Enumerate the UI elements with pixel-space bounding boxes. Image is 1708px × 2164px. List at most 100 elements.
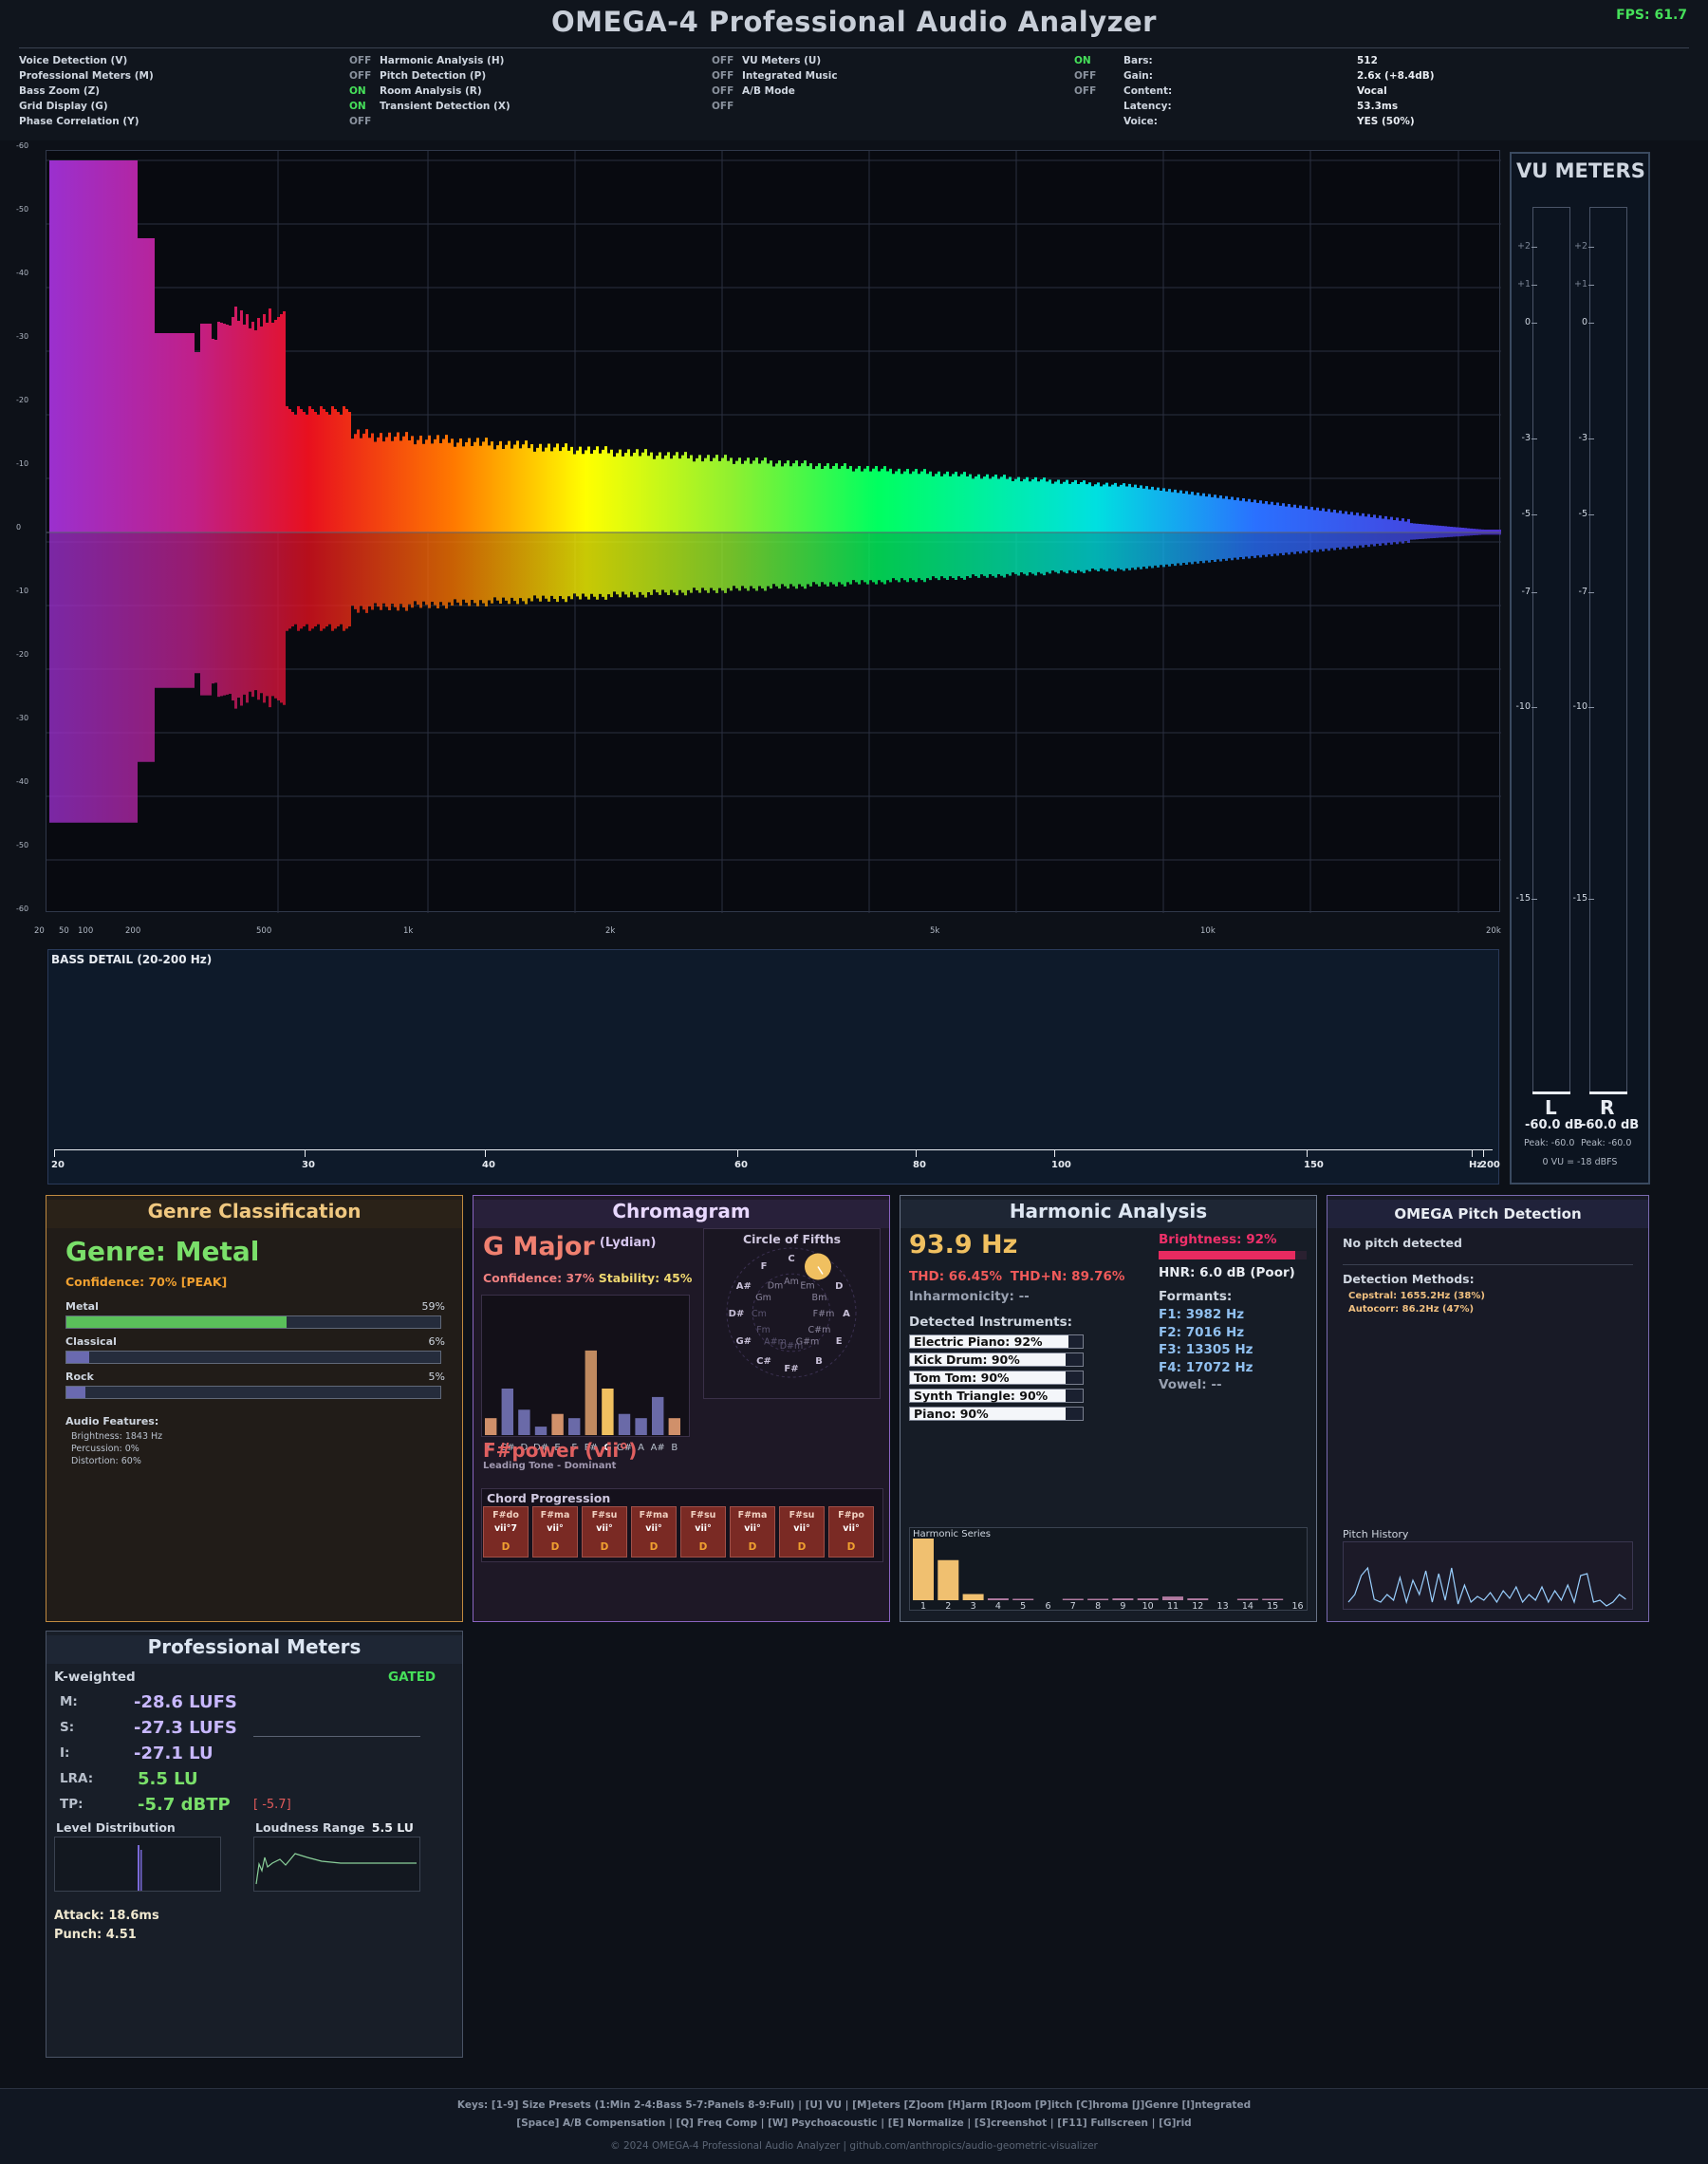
bass-x-label: 80 <box>913 1160 926 1170</box>
chord-progression-item[interactable]: F#su vii° D <box>680 1506 726 1558</box>
chord-progression-item[interactable]: F#ma vii° D <box>631 1506 677 1558</box>
spectrum-y-label: -10 <box>16 587 29 595</box>
brightness-bar <box>1159 1251 1307 1259</box>
spectrum-y-label: -40 <box>16 269 29 277</box>
status-label: Transient Detection (X) <box>380 101 511 112</box>
chord-roman: vii° <box>744 1523 761 1534</box>
status-label: Professional Meters (M) <box>19 70 154 82</box>
app-title: OMEGA-4 Professional Audio Analyzer <box>551 6 1157 38</box>
chord-progression-item[interactable]: F#po vii° D <box>828 1506 874 1558</box>
spectrum-y-label: -20 <box>16 650 29 659</box>
attack: Attack: 18.6ms <box>54 1909 159 1923</box>
loudness-range-line <box>255 1853 417 1885</box>
status-value-toggle[interactable]: OFF <box>1074 85 1096 97</box>
chord-name: F#do <box>492 1510 519 1520</box>
genre-item-bar <box>65 1351 441 1364</box>
vu-scale-tick <box>1532 323 1537 324</box>
vu-left-db: -60.0 dB <box>1525 1118 1584 1132</box>
status-value-toggle[interactable]: OFF <box>349 55 371 66</box>
cof-minor-key: Fm <box>756 1325 770 1335</box>
pitch-history-line <box>1347 1566 1626 1607</box>
genre-item-pct: 59% <box>421 1300 445 1313</box>
info-value: 53.3ms <box>1357 101 1399 112</box>
hnr: HNR: 6.0 dB (Poor) <box>1159 1265 1295 1280</box>
spectrum-y-label: -10 <box>16 459 29 468</box>
footer-keys-line1: Keys: [1-9] Size Presets (1:Min 2-4:Bass… <box>456 2099 1252 2111</box>
chord-roman: vii° <box>645 1523 662 1534</box>
status-label: Phase Correlation (Y) <box>19 116 139 127</box>
vu-meter-level-right <box>1589 1091 1627 1094</box>
vu-scale-label: 0 <box>1524 317 1531 327</box>
spectrum-x-label: 2k <box>605 926 616 936</box>
status-value-toggle[interactable]: OFF <box>712 85 733 97</box>
status-value-toggle[interactable]: OFF <box>712 101 733 112</box>
footer-copyright: © 2024 OMEGA-4 Professional Audio Analyz… <box>610 2140 1098 2152</box>
spectrum-y-label: -40 <box>16 777 29 786</box>
bass-x-label: 40 <box>482 1160 495 1170</box>
bass-tick <box>1483 1150 1484 1157</box>
instruments-title: Detected Instruments: <box>909 1315 1073 1330</box>
bass-detail-panel <box>47 949 1499 1185</box>
bass-tick <box>485 1150 486 1157</box>
instrument-bar: Piano: 90% <box>909 1407 1084 1421</box>
pitch-history-svg <box>1347 1566 1626 1607</box>
chord-roman: vii° <box>695 1523 712 1534</box>
status-value-toggle[interactable]: OFF <box>712 70 733 82</box>
chord-progression-item[interactable]: F#ma vii° D <box>532 1506 578 1558</box>
vu-meter-track-left <box>1532 207 1570 1094</box>
status-value-toggle[interactable]: ON <box>349 85 366 97</box>
chord-progression-item[interactable]: F#ma vii° D <box>730 1506 775 1558</box>
vu-scale-tick <box>1532 247 1537 248</box>
spectrum-x-label: 200 <box>125 926 141 936</box>
cof-minor-key: A#m <box>764 1336 787 1347</box>
instrument-label: Tom Tom: 90% <box>914 1371 1010 1385</box>
spectrum-y-label: -30 <box>16 714 29 722</box>
chord-function-label: D <box>846 1541 856 1553</box>
spectrum-y-label: -30 <box>16 332 29 341</box>
bass-axis-line <box>54 1149 1493 1150</box>
vu-scale-label: -10 <box>1515 701 1531 712</box>
cof-major-key: F <box>761 1261 768 1272</box>
vu-title: VU METERS <box>1516 159 1645 182</box>
cof-minor-key: Gm <box>755 1293 771 1303</box>
genre-item-name: Metal <box>65 1300 99 1313</box>
harmonic-series-box <box>909 1527 1308 1611</box>
chord-progression-item[interactable]: F#do vii°7 D <box>483 1506 529 1558</box>
cof-major-key: D# <box>729 1309 745 1319</box>
chord-roman: vii° <box>547 1523 564 1534</box>
bass-x-label: 100 <box>1051 1160 1071 1170</box>
cof-minor-key: Em <box>800 1281 814 1292</box>
chord-progression-title: Chord Progression <box>487 1491 611 1505</box>
status-value-toggle[interactable]: OFF <box>1074 70 1096 82</box>
vu-scale-label: -15 <box>1515 893 1531 904</box>
cof-major-key: A <box>843 1309 850 1319</box>
fps-counter: FPS: 61.7 <box>1616 8 1687 23</box>
harmonic-panel-title: Harmonic Analysis <box>900 1200 1316 1228</box>
instrument-label: Electric Piano: 92% <box>914 1334 1043 1349</box>
status-value-toggle[interactable]: OFF <box>349 116 371 127</box>
spectrum-y-label: -60 <box>16 905 29 913</box>
status-label: Pitch Detection (P) <box>380 70 487 82</box>
vu-scale-tick <box>1532 899 1537 900</box>
bass-tick <box>916 1150 917 1157</box>
status-value-toggle[interactable]: ON <box>349 101 366 112</box>
status-value-toggle[interactable]: OFF <box>349 70 371 82</box>
status-value-toggle[interactable]: OFF <box>712 55 733 66</box>
info-value: 2.6x (+8.4dB) <box>1357 70 1435 82</box>
header-divider <box>19 47 1689 48</box>
chord-function-label: D <box>600 1541 609 1553</box>
vu-scale-label: -3 <box>1578 433 1587 443</box>
cof-major-key: G# <box>735 1336 752 1347</box>
status-value-toggle[interactable]: ON <box>1074 55 1091 66</box>
chord-progression-item[interactable]: F#su vii° D <box>779 1506 825 1558</box>
vu-scale-label: -10 <box>1572 701 1587 712</box>
vu-scale-tick <box>1532 592 1537 593</box>
cof-minor-key: C#m <box>808 1325 831 1335</box>
spectrum-display[interactable] <box>46 150 1501 913</box>
spectrum-x-label: 500 <box>256 926 272 936</box>
vu-scale-label: -5 <box>1578 509 1587 519</box>
formants-title: Formants: <box>1159 1289 1233 1304</box>
spectrum-y-label: -20 <box>16 396 29 404</box>
chord-progression-item[interactable]: F#su vii° D <box>582 1506 627 1558</box>
vu-scale-tick <box>1588 247 1594 248</box>
